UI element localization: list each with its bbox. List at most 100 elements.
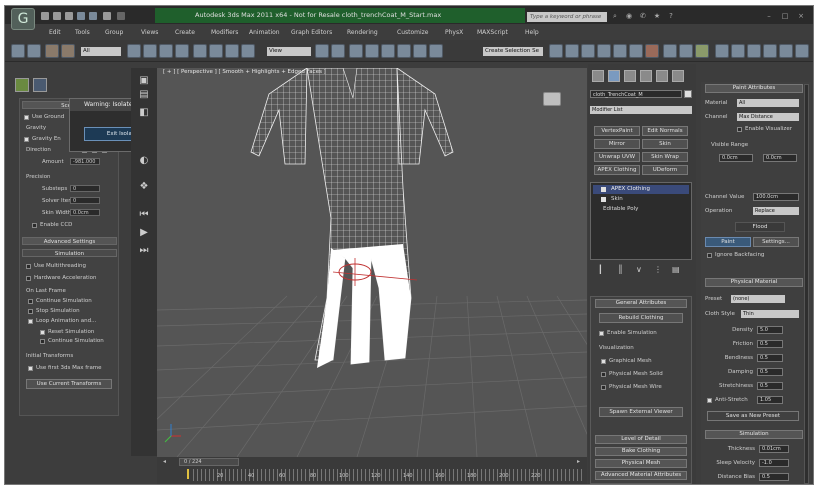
strip-tool-5-icon[interactable]: ❖ bbox=[138, 182, 150, 192]
strip-tool-1-icon[interactable]: ▣ bbox=[138, 76, 150, 86]
pivot-center-icon[interactable] bbox=[315, 44, 329, 58]
skin-button[interactable]: Skin bbox=[642, 139, 688, 149]
distance-bias-spinner[interactable]: 0.5 bbox=[759, 473, 789, 481]
object-name-field[interactable]: cloth_TrenchCoat_M bbox=[590, 90, 682, 98]
channel-dropdown[interactable]: Max Distance bbox=[737, 113, 799, 121]
amount-spinner[interactable]: -981.000 bbox=[70, 158, 100, 165]
maximize-icon[interactable]: □ bbox=[781, 12, 789, 20]
flood-button[interactable]: Flood bbox=[735, 222, 785, 232]
remove-modifier-icon[interactable]: ⋮ bbox=[654, 266, 662, 274]
bake-clothing-rollout[interactable]: Bake Clothing bbox=[595, 447, 687, 456]
select-object-icon[interactable] bbox=[127, 44, 141, 58]
menu-help[interactable]: Help bbox=[525, 29, 539, 36]
search-input[interactable]: Type a keyword or phrase bbox=[527, 12, 607, 22]
menu-maxscript[interactable]: MAXScript bbox=[477, 29, 508, 36]
render-setup-icon[interactable] bbox=[663, 44, 677, 58]
enable-ccd-checkbox[interactable] bbox=[32, 223, 37, 228]
use-first-frame-checkbox[interactable] bbox=[28, 366, 33, 371]
workspace-dropdown[interactable] bbox=[117, 12, 125, 20]
spawn-external-viewer-button[interactable]: Spawn External Viewer bbox=[599, 407, 683, 417]
scale-icon[interactable] bbox=[225, 44, 239, 58]
window-crossing-icon[interactable] bbox=[175, 44, 189, 58]
curve-editor-icon[interactable] bbox=[613, 44, 627, 58]
friction-spinner[interactable]: 0.5 bbox=[757, 340, 783, 348]
save-file-icon[interactable] bbox=[65, 12, 73, 20]
menu-edit[interactable]: Edit bbox=[49, 29, 61, 36]
right-panel-scrollbar[interactable] bbox=[804, 84, 809, 484]
stack-item-editable-poly[interactable]: Editable Poly bbox=[593, 205, 689, 214]
udeform-button[interactable]: UDeform bbox=[642, 165, 688, 175]
general-attributes-rollout[interactable]: General Attributes bbox=[595, 299, 687, 308]
strip-tool-3-icon[interactable]: ◧ bbox=[138, 108, 150, 118]
physx-reset-icon[interactable] bbox=[779, 44, 793, 58]
redo-icon[interactable] bbox=[89, 12, 97, 20]
simulation-rollout-header[interactable]: Simulation bbox=[22, 249, 117, 257]
physx-settings-icon[interactable] bbox=[715, 44, 729, 58]
physical-mesh-wire-checkbox[interactable] bbox=[601, 385, 606, 390]
new-file-icon[interactable] bbox=[41, 12, 49, 20]
hierarchy-tab-icon[interactable] bbox=[624, 70, 636, 82]
vertexpaint-button[interactable]: VertexPaint bbox=[594, 126, 640, 136]
time-cursor[interactable] bbox=[187, 469, 189, 479]
reference-coordinate-dropdown[interactable]: View bbox=[267, 47, 311, 56]
anti-stretch-spinner[interactable]: 1.05 bbox=[757, 396, 783, 404]
viewport-label[interactable]: [ + ] [ Perspective ] [ Smooth + Highlig… bbox=[163, 69, 326, 75]
solver-iter-spinner[interactable]: 0 bbox=[70, 197, 100, 204]
redo-toolbar-icon[interactable] bbox=[27, 44, 41, 58]
sleep-velocity-spinner[interactable]: -1.0 bbox=[759, 459, 789, 467]
menu-physx[interactable]: PhysX bbox=[445, 29, 463, 36]
menu-group[interactable]: Group bbox=[105, 29, 123, 36]
material-editor-icon[interactable] bbox=[645, 44, 659, 58]
stack-lightbulb-icon[interactable] bbox=[601, 187, 606, 192]
keyboard-shortcut-icon[interactable] bbox=[349, 44, 363, 58]
level-of-detail-rollout[interactable]: Level of Detail bbox=[595, 435, 687, 444]
menu-tools[interactable]: Tools bbox=[75, 29, 90, 36]
hardware-accel-checkbox[interactable] bbox=[26, 276, 31, 281]
schematic-view-icon[interactable] bbox=[629, 44, 643, 58]
strip-tool-4-icon[interactable]: ◐ bbox=[138, 156, 150, 166]
create-tab-icon[interactable] bbox=[592, 70, 604, 82]
unwrap-uvw-button[interactable]: Unwrap UVW bbox=[594, 152, 640, 162]
menu-create[interactable]: Create bbox=[175, 29, 195, 36]
show-end-result-icon[interactable]: ║ bbox=[618, 266, 626, 274]
communication-icon[interactable]: ✆ bbox=[639, 12, 647, 20]
open-file-icon[interactable] bbox=[53, 12, 61, 20]
render-production-icon[interactable] bbox=[695, 44, 709, 58]
undo-toolbar-icon[interactable] bbox=[11, 44, 25, 58]
placement-icon[interactable] bbox=[241, 44, 255, 58]
select-by-name-icon[interactable] bbox=[143, 44, 157, 58]
minimize-icon[interactable]: – bbox=[765, 12, 773, 20]
timeline-prev-icon[interactable]: ◂ bbox=[163, 458, 166, 465]
menu-animation[interactable]: Animation bbox=[249, 29, 280, 36]
named-selection-set-dropdown[interactable]: Create Selection Se bbox=[483, 47, 543, 56]
unlink-icon[interactable] bbox=[61, 44, 75, 58]
damping-spinner[interactable]: 0.5 bbox=[757, 368, 783, 376]
preset-dropdown[interactable]: (none) bbox=[731, 295, 785, 303]
use-current-transforms-button[interactable]: Use Current Transforms bbox=[26, 379, 112, 389]
enable-simulation-checkbox[interactable] bbox=[599, 331, 604, 336]
physx-plugin-icon[interactable] bbox=[15, 78, 29, 92]
display-tab-icon[interactable] bbox=[656, 70, 668, 82]
enable-visualizer-checkbox[interactable] bbox=[737, 127, 742, 132]
modify-tab-icon[interactable] bbox=[608, 70, 620, 82]
app-logo-icon[interactable]: G bbox=[11, 8, 35, 30]
physx-stop-icon[interactable] bbox=[763, 44, 777, 58]
select-manipulate-icon[interactable] bbox=[331, 44, 345, 58]
use-ground-checkbox[interactable] bbox=[24, 115, 29, 120]
time-slider[interactable]: 0 / 224 bbox=[179, 458, 239, 466]
edit-named-selection-icon[interactable] bbox=[429, 44, 443, 58]
menu-rendering[interactable]: Rendering bbox=[347, 29, 378, 36]
visible-range-max[interactable]: 0.0cm bbox=[763, 154, 797, 162]
align-icon[interactable] bbox=[565, 44, 579, 58]
channel-value-spinner[interactable]: 100.0cm bbox=[753, 193, 799, 201]
rendered-frame-window-icon[interactable] bbox=[679, 44, 693, 58]
edit-normals-button[interactable]: Edit Normals bbox=[642, 126, 688, 136]
bendiness-spinner[interactable]: 0.5 bbox=[757, 354, 783, 362]
use-multithreading-checkbox[interactable] bbox=[26, 264, 31, 269]
physx-play-icon[interactable] bbox=[747, 44, 761, 58]
configure-modifier-sets-icon[interactable]: ▤ bbox=[672, 266, 680, 274]
simulation-rollout[interactable]: Simulation bbox=[705, 430, 803, 439]
stretchiness-spinner[interactable]: 0.5 bbox=[757, 382, 783, 390]
modifier-list-dropdown[interactable]: Modifier List bbox=[590, 106, 692, 114]
physx-simulate-icon[interactable] bbox=[731, 44, 745, 58]
